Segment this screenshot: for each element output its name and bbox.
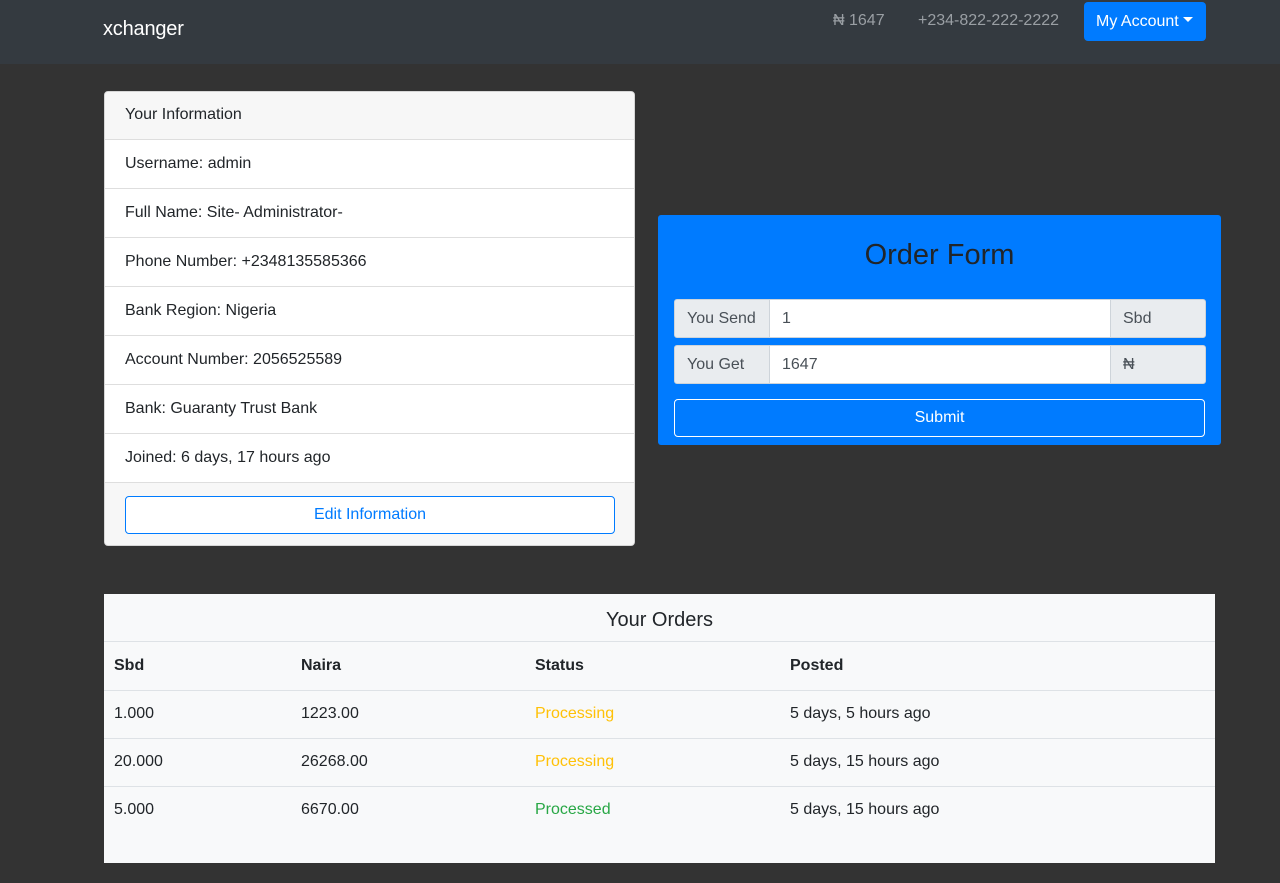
orders-header-row: Sbd Naira Status Posted (104, 642, 1215, 691)
orders-table: Sbd Naira Status Posted 1.000 1223.00 Pr… (104, 642, 1215, 834)
order-sbd: 5.000 (114, 801, 155, 819)
contact-phone[interactable]: +234-822-222-2222 (918, 12, 1059, 30)
column-header-status: Status (525, 642, 780, 691)
order-status: Processing (525, 690, 780, 739)
get-unit: ₦ (1110, 345, 1206, 384)
order-posted: 5 days, 15 hours ago (780, 738, 1215, 787)
order-naira: 6670.00 (301, 801, 359, 819)
info-joined: Joined: 6 days, 17 hours ago (105, 434, 634, 483)
information-footer: Edit Information (105, 483, 634, 545)
order-sbd: 20.000 (104, 738, 291, 787)
submit-button[interactable]: Submit (674, 399, 1205, 437)
caret-down-icon (1182, 17, 1193, 22)
info-phone-number: Phone Number: +2348135585366 (105, 238, 634, 287)
info-full-name: Full Name: Site- Administrator- (105, 189, 634, 238)
info-bank-region: Bank Region: Nigeria (105, 287, 634, 336)
information-header: Your Information (105, 92, 634, 140)
table-row: 20.000 26268.00 Processing 5 days, 15 ho… (104, 738, 1215, 787)
navbar: xchanger ₦ 1647 +234-822-222-2222 My Acc… (0, 0, 1280, 64)
you-send-group: You Send Sbd (674, 299, 1206, 338)
info-username: Username: admin (105, 140, 634, 189)
order-status: Processed (535, 801, 611, 819)
order-posted: 5 days, 5 hours ago (780, 690, 1215, 739)
exchange-rate[interactable]: ₦ 1647 (833, 12, 885, 30)
you-send-label: You Send (674, 299, 770, 338)
brand-logo[interactable]: xchanger (103, 18, 184, 41)
info-account-number: Account Number: 2056525589 (105, 336, 634, 385)
info-bank: Bank: Guaranty Trust Bank (105, 385, 634, 434)
you-get-group: You Get ₦ (674, 345, 1206, 384)
order-naira: 1223.00 (291, 690, 525, 739)
order-form-title: Order Form (864, 239, 1015, 271)
order-naira: 26268.00 (291, 738, 525, 787)
order-sbd: 1.000 (104, 690, 291, 739)
orders-title: Your Orders (104, 594, 1215, 642)
orders-card: Your Orders Sbd Naira Status Posted 1.00… (104, 594, 1215, 863)
you-get-label: You Get (674, 345, 770, 384)
edit-information-button[interactable]: Edit Information (125, 496, 615, 534)
you-get-input[interactable] (770, 345, 1110, 384)
order-status: Processing (525, 738, 780, 787)
column-header-naira: Naira (291, 642, 525, 691)
column-header-sbd: Sbd (104, 642, 291, 691)
column-header-posted: Posted (780, 642, 1215, 691)
table-row: 5.000 6670.00 Processed 5 days, 15 hours… (104, 786, 1215, 834)
order-form: Order Form You Send Sbd You Get ₦ Submit (658, 215, 1221, 445)
information-card: Your Information Username: admin Full Na… (104, 91, 635, 546)
my-account-dropdown[interactable]: My Account (1084, 2, 1206, 41)
table-row: 1.000 1223.00 Processing 5 days, 5 hours… (104, 690, 1215, 739)
you-send-input[interactable] (770, 299, 1110, 338)
my-account-label: My Account (1096, 12, 1179, 30)
order-posted: 5 days, 15 hours ago (790, 801, 940, 819)
send-unit: Sbd (1110, 299, 1206, 338)
